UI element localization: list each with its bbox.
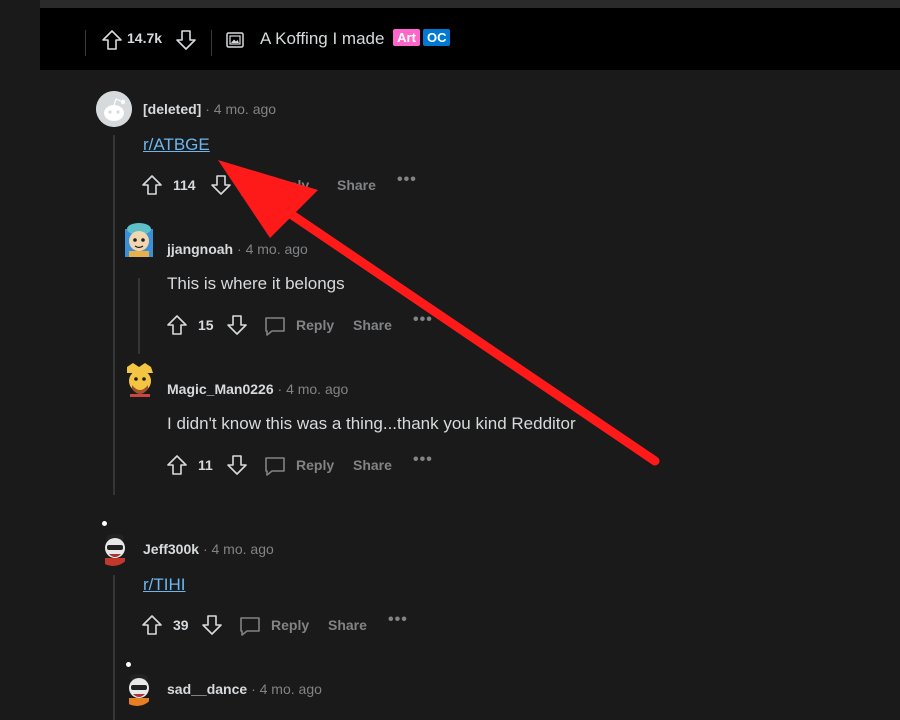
comment-icon[interactable]: [238, 614, 262, 638]
downvote-icon[interactable]: [200, 613, 224, 637]
divider: [85, 30, 86, 56]
upvote-icon[interactable]: [140, 613, 164, 637]
upvote-icon[interactable]: [165, 453, 189, 477]
more-icon[interactable]: •••: [397, 171, 417, 189]
downvote-icon[interactable]: [209, 173, 233, 197]
comment-time[interactable]: 4 mo. ago: [212, 541, 274, 557]
upvote-icon[interactable]: [100, 28, 124, 52]
vote-count: 11: [198, 457, 213, 473]
post-header-bar: 14.7k A Koffing I made Art OC: [40, 0, 900, 70]
reply-button[interactable]: Reply: [296, 457, 334, 473]
comment-author[interactable]: sad__dance: [167, 681, 247, 697]
reply-button[interactable]: Reply: [271, 177, 309, 193]
left-gutter: [0, 0, 40, 720]
post-score: 14.7k: [127, 30, 163, 46]
avatar[interactable]: [95, 530, 131, 566]
upvote-icon[interactable]: [140, 173, 164, 197]
comment-body: r/ATBGE: [143, 135, 210, 155]
share-button[interactable]: Share: [353, 457, 392, 473]
post-title-row[interactable]: A Koffing I made Art OC: [260, 29, 451, 49]
meta-separator: ·: [237, 241, 242, 257]
share-button[interactable]: Share: [337, 177, 376, 193]
comment-time[interactable]: 4 mo. ago: [214, 101, 276, 117]
comment-body: I didn't know this was a thing...thank y…: [167, 414, 576, 433]
user-avatar-icon: [125, 223, 153, 257]
vote-count: 15: [198, 317, 214, 333]
comment-time[interactable]: 4 mo. ago: [260, 681, 322, 697]
thread-line[interactable]: [113, 135, 115, 495]
divider: [211, 30, 212, 56]
avatar[interactable]: [121, 361, 157, 397]
more-icon[interactable]: •••: [388, 611, 408, 629]
comment-meta: sad__dance · 4 mo. ago: [167, 681, 322, 697]
comment-icon[interactable]: [263, 454, 287, 478]
comment-meta: Jeff300k · 4 mo. ago: [143, 541, 274, 557]
thread-line[interactable]: [138, 278, 140, 354]
comment-meta: [deleted] · 4 mo. ago: [143, 101, 276, 117]
upvote-icon[interactable]: [165, 313, 189, 337]
more-icon[interactable]: •••: [413, 451, 433, 469]
more-icon[interactable]: •••: [413, 311, 433, 329]
vote-count: 114: [173, 177, 196, 193]
comment-actions: 39 Reply Share •••: [140, 611, 440, 639]
share-button[interactable]: Share: [328, 617, 367, 633]
comment-actions: 114 Reply Share •••: [140, 171, 440, 199]
comment-time[interactable]: 4 mo. ago: [286, 381, 348, 397]
comment-meta: Magic_Man0226 · 4 mo. ago: [167, 381, 348, 397]
downvote-icon[interactable]: [174, 28, 198, 52]
meta-separator: ·: [251, 681, 256, 697]
flair-art[interactable]: Art: [393, 29, 420, 46]
thread-line[interactable]: [113, 575, 115, 720]
post-title[interactable]: A Koffing I made: [260, 29, 384, 48]
comment-body: This is where it belongs: [167, 274, 345, 293]
vote-count: 39: [173, 617, 189, 633]
comment-actions: 15 Reply Share •••: [165, 311, 465, 339]
meta-separator: ·: [277, 381, 283, 397]
comment-author[interactable]: Jeff300k: [143, 541, 199, 557]
subreddit-link[interactable]: r/TIHI: [143, 575, 186, 594]
comment-meta: jjangnoah · 4 mo. ago: [167, 241, 308, 257]
comment-body: r/TIHI: [143, 575, 186, 595]
meta-separator: ·: [202, 541, 208, 557]
share-button[interactable]: Share: [353, 317, 392, 333]
flair-oc[interactable]: OC: [422, 29, 451, 46]
subreddit-link[interactable]: r/ATBGE: [143, 135, 210, 154]
comment-icon[interactable]: [263, 314, 287, 338]
image-post-icon: [226, 32, 244, 48]
reply-button[interactable]: Reply: [271, 617, 309, 633]
meta-separator: ·: [205, 101, 210, 117]
comment-author[interactable]: Magic_Man0226: [167, 381, 274, 397]
comment-author[interactable]: jjangnoah: [167, 241, 233, 257]
reply-button[interactable]: Reply: [296, 317, 334, 333]
user-avatar-icon: [129, 674, 149, 706]
snoo-avatar-icon: [96, 91, 132, 127]
avatar[interactable]: [119, 670, 155, 706]
avatar[interactable]: [121, 221, 157, 257]
user-avatar-icon: [127, 363, 153, 397]
avatar[interactable]: [96, 91, 132, 127]
downvote-icon[interactable]: [225, 453, 249, 477]
comment-actions: 11 Reply Share •••: [165, 451, 465, 479]
comment-icon[interactable]: [238, 174, 262, 198]
online-indicator-icon: [102, 521, 107, 526]
online-indicator-icon: [126, 662, 131, 667]
comment-author[interactable]: [deleted]: [143, 101, 201, 117]
downvote-icon[interactable]: [225, 313, 249, 337]
comment-time[interactable]: 4 mo. ago: [246, 241, 308, 257]
user-avatar-icon: [105, 534, 125, 566]
